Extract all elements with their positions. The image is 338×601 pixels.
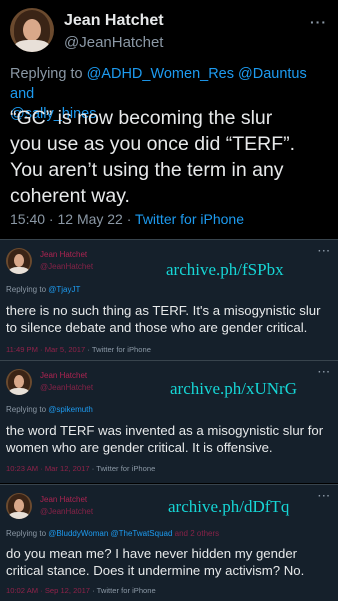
tweet-meta: 15:40 · 12 May 22 · Twitter for iPhone — [10, 211, 244, 227]
replying-mentions: @spikemuth — [48, 405, 93, 414]
more-horizontal-icon: ··· — [318, 246, 331, 257]
tweet-line: women who are gender critical. It is off… — [6, 440, 273, 455]
archive-link[interactable]: archive.ph/fSPbx — [166, 260, 284, 280]
tweet-time: 11:49 PM · Mar 5, 2017 — [6, 345, 86, 354]
replying-label: Replying to — [6, 405, 47, 414]
replying-mentions: @BluddyWoman @TheTwatSquad — [48, 529, 173, 538]
avatar[interactable] — [10, 8, 54, 52]
archived-tweet-body: do you mean me? I have never hidden my g… — [6, 545, 304, 579]
tweet-time[interactable]: 15:40 · 12 May 22 · — [10, 211, 131, 227]
tweet-body: “GC” is now becoming the slur you use as… — [10, 105, 338, 209]
archive-link[interactable]: archive.ph/dDfTq — [168, 497, 289, 517]
more-horizontal-icon: ··· — [318, 367, 331, 378]
archived-tweet-card: Jean Hatchet @JeanHatchet archive.ph/dDf… — [0, 484, 338, 601]
author-handle[interactable]: @JeanHatchet — [64, 34, 163, 51]
author-handle: @JeanHatchet — [40, 262, 94, 271]
archived-tweet-meta: 11:49 PM · Mar 5, 2017 · Twitter for iPh… — [6, 345, 151, 354]
tweet-time: 10:23 AM · Mar 12, 2017 — [6, 464, 90, 473]
more-horizontal-icon: ··· — [318, 491, 331, 502]
tweet-line: You aren’t using the term in any — [10, 159, 284, 181]
tweet-source: · Twitter for iPhone — [92, 586, 156, 595]
replying-label: Replying to — [6, 285, 47, 294]
tweet-source: · Twitter for iPhone — [87, 345, 151, 354]
avatar — [6, 369, 32, 395]
archive-link[interactable]: archive.ph/xUNrG — [170, 379, 297, 399]
archived-tweet-body: the word TERF was invented as a misogyni… — [6, 422, 323, 456]
replying-suffix: and 2 others — [174, 529, 220, 538]
tweet-time: 10:02 AM · Sep 12, 2017 — [6, 586, 91, 595]
avatar — [6, 493, 32, 519]
replying-to: Replying to @spikemuth — [6, 405, 93, 414]
tweet-line: coherent way. — [10, 185, 130, 207]
archived-tweet-meta: 10:02 AM · Sep 12, 2017 · Twitter for iP… — [6, 586, 156, 595]
tweet-source[interactable]: Twitter for iPhone — [135, 211, 244, 227]
tweet-line: you use as you once did “TERF”. — [10, 133, 296, 155]
archived-tweet-meta: 10:23 AM · Mar 12, 2017 · Twitter for iP… — [6, 464, 155, 473]
replying-to: Replying to @TjayJT — [6, 285, 80, 294]
author-name: Jean Hatchet — [40, 371, 88, 380]
author-handle: @JeanHatchet — [40, 383, 94, 392]
author-handle: @JeanHatchet — [40, 507, 94, 516]
archived-tweet-card: Jean Hatchet @JeanHatchet archive.ph/xUN… — [0, 360, 338, 483]
tweet-line: to silence debate and those who are gend… — [6, 320, 308, 335]
tweet-line: the word TERF was invented as a misogyni… — [6, 423, 324, 438]
replying-label: Replying to — [10, 66, 83, 82]
archived-tweet-body: there is no such thing as TERF. It's a m… — [6, 302, 321, 336]
more-horizontal-icon[interactable]: ··· — [310, 14, 327, 30]
tweet-line: there is no such thing as TERF. It's a m… — [6, 303, 321, 318]
replying-to: Replying to @BluddyWoman @TheTwatSquad a… — [6, 529, 219, 538]
main-tweet: Jean Hatchet @JeanHatchet ··· Replying t… — [0, 0, 338, 238]
author-name[interactable]: Jean Hatchet — [64, 12, 164, 30]
tweet-source: · Twitter for iPhone — [91, 464, 156, 473]
tweet-line: critical stance. Does it undermine my ac… — [6, 563, 305, 578]
author-name: Jean Hatchet — [40, 250, 88, 259]
tweet-line: do you mean me? I have never hidden my g… — [6, 546, 298, 561]
archived-tweet-card: Jean Hatchet @JeanHatchet archive.ph/fSP… — [0, 239, 338, 360]
avatar — [6, 248, 32, 274]
author-name: Jean Hatchet — [40, 495, 88, 504]
replying-mentions: @TjayJT — [48, 285, 81, 294]
replying-label: Replying to — [6, 529, 47, 538]
tweet-line: “GC” is now becoming the slur — [10, 107, 273, 129]
